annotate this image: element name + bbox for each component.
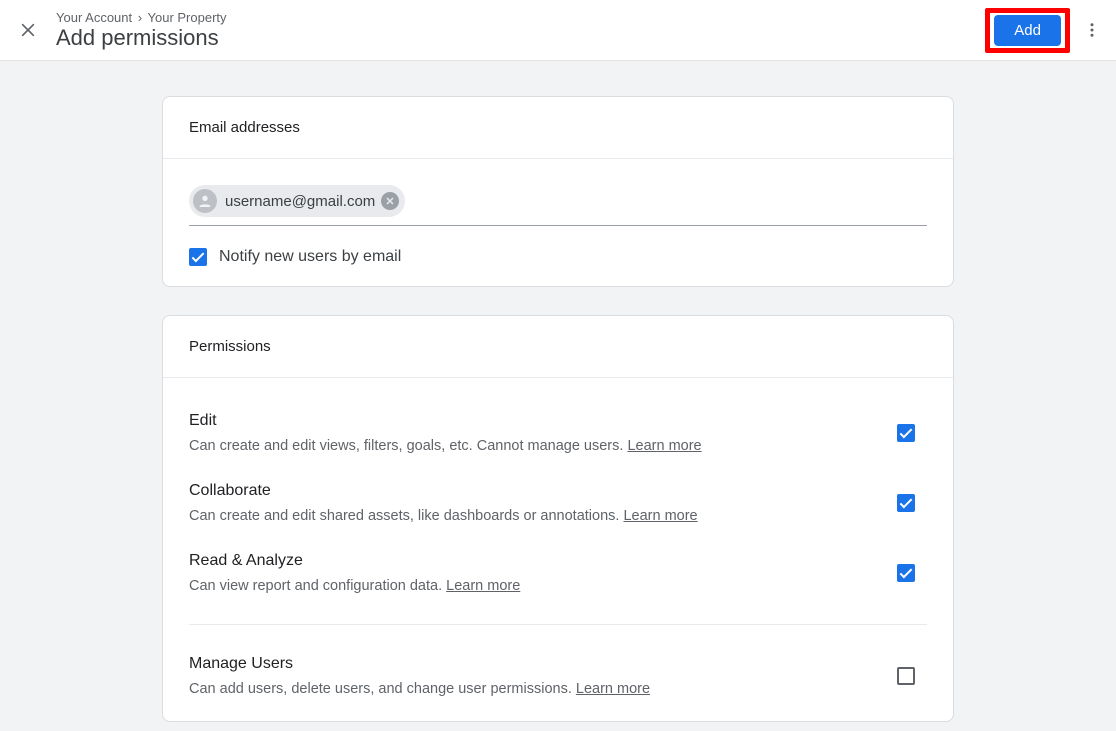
permission-checkbox-read-analyze[interactable] [897, 564, 915, 582]
permission-title: Read & Analyze [189, 552, 877, 570]
permission-title: Collaborate [189, 482, 877, 500]
permission-item-collaborate: Collaborate Can create and edit shared a… [189, 468, 927, 538]
permissions-card: Permissions Edit Can create and edit vie… [162, 315, 954, 722]
permission-title: Manage Users [189, 655, 877, 673]
permission-item-edit: Edit Can create and edit views, filters,… [189, 398, 927, 468]
breadcrumb: Your Account › Your Property [56, 10, 985, 25]
permissions-card-heading: Permissions [163, 316, 953, 378]
avatar-icon [193, 189, 217, 213]
email-addresses-card: Email addresses username@gmail.com Notif… [162, 96, 954, 287]
learn-more-link[interactable]: Learn more [446, 578, 520, 594]
close-icon [18, 20, 38, 40]
add-button[interactable]: Add [994, 15, 1061, 46]
permission-desc: Can create and edit views, filters, goal… [189, 438, 877, 454]
main-content: Email addresses username@gmail.com Notif… [0, 61, 1116, 731]
chip-email-text: username@gmail.com [225, 193, 375, 210]
permission-desc: Can create and edit shared assets, like … [189, 508, 877, 524]
overflow-menu-button[interactable] [1080, 18, 1104, 42]
permission-checkbox-collaborate[interactable] [897, 494, 915, 512]
permission-title: Edit [189, 412, 877, 430]
permission-checkbox-edit[interactable] [897, 424, 915, 442]
breadcrumb-account[interactable]: Your Account [56, 10, 132, 25]
permission-desc: Can add users, delete users, and change … [189, 681, 877, 697]
more-vert-icon [1083, 21, 1101, 39]
permission-item-manage-users: Manage Users Can add users, delete users… [189, 641, 927, 711]
permission-item-read-analyze: Read & Analyze Can view report and confi… [189, 538, 927, 608]
add-button-highlight: Add [985, 8, 1070, 53]
cancel-icon [384, 195, 396, 207]
divider [189, 624, 927, 625]
learn-more-link[interactable]: Learn more [576, 681, 650, 697]
notify-label[interactable]: Notify new users by email [219, 248, 401, 266]
chevron-right-icon: › [136, 10, 144, 25]
permissions-list: Edit Can create and edit views, filters,… [163, 378, 953, 721]
email-card-heading: Email addresses [163, 97, 953, 159]
learn-more-link[interactable]: Learn more [627, 438, 701, 454]
email-chip: username@gmail.com [189, 185, 405, 217]
chip-remove-button[interactable] [381, 192, 399, 210]
title-block: Your Account › Your Property Add permiss… [56, 10, 985, 51]
permission-desc: Can view report and configuration data. … [189, 578, 877, 594]
notify-row: Notify new users by email [189, 248, 927, 266]
permission-checkbox-manage-users[interactable] [897, 667, 915, 685]
notify-checkbox[interactable] [189, 248, 207, 266]
breadcrumb-property[interactable]: Your Property [148, 10, 227, 25]
learn-more-link[interactable]: Learn more [623, 508, 697, 524]
dialog-header: Your Account › Your Property Add permiss… [0, 0, 1116, 61]
close-button[interactable] [12, 14, 44, 46]
email-input-row[interactable]: username@gmail.com [189, 185, 927, 226]
page-title: Add permissions [56, 25, 985, 51]
